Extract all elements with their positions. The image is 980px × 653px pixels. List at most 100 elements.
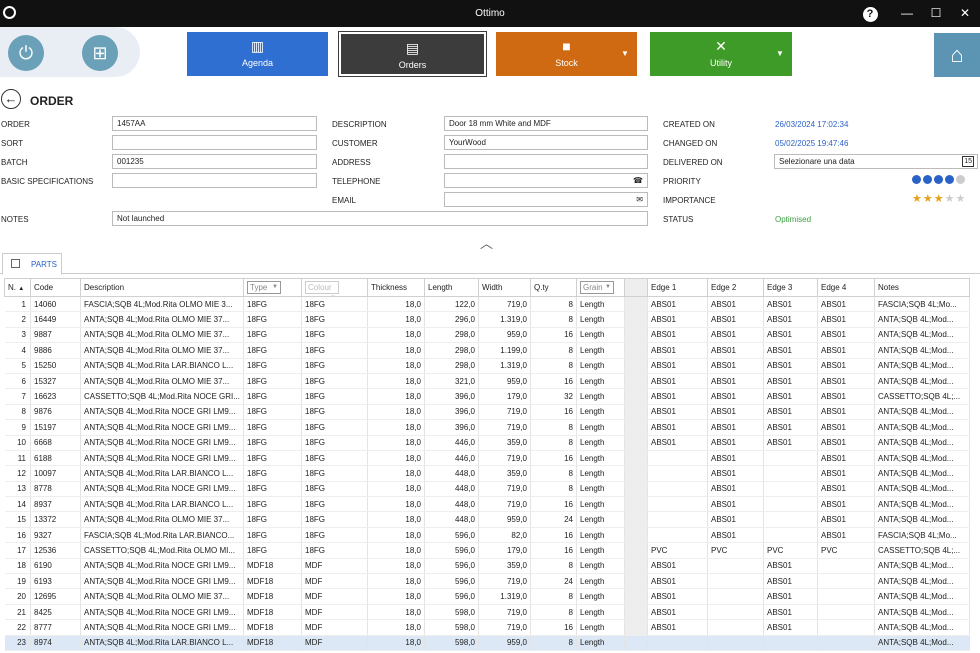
edge4-cell[interactable] (817, 635, 875, 651)
edge4-cell[interactable] (817, 573, 875, 590)
edge4-cell[interactable] (817, 558, 875, 575)
width-cell[interactable]: 719,0 (478, 481, 531, 498)
edge2-cell[interactable] (707, 604, 764, 621)
description-cell[interactable]: ANTA;SQB 4L;Mod.Rita NOCE GRI LM9... (80, 481, 244, 498)
qty-cell[interactable]: 16 (530, 327, 577, 344)
edge2-cell[interactable] (707, 573, 764, 590)
thickness-cell[interactable]: 18,0 (367, 588, 425, 605)
table-row[interactable]: 9 15197 ANTA;SQB 4L;Mod.Rita NOCE GRI LM9.… (4, 419, 970, 436)
qty-cell[interactable]: 8 (530, 296, 577, 313)
type-cell[interactable]: 18FG (243, 419, 302, 436)
code-cell[interactable]: 9886 (30, 342, 81, 359)
code-cell[interactable]: 15197 (30, 419, 81, 436)
table-row[interactable]: 2 16449 ANTA;SQB 4L;Mod.Rita OLMO MIE 37..… (4, 311, 970, 328)
colour-cell[interactable]: 18FG (301, 296, 368, 313)
row-number-cell[interactable]: 5 (4, 358, 31, 374)
type-cell[interactable]: 18FG (243, 358, 302, 374)
edge1-cell[interactable]: ABS01 (647, 327, 708, 344)
row-number-cell[interactable]: 10 (4, 435, 31, 451)
thickness-cell[interactable]: 18,0 (367, 435, 425, 451)
type-cell[interactable]: MDF18 (243, 604, 302, 621)
length-cell[interactable]: 596,0 (424, 588, 479, 605)
utility-dropdown-icon[interactable]: ▼ (768, 32, 792, 76)
edge4-cell[interactable]: ABS01 (817, 481, 875, 498)
col-header-grain[interactable]: Grain ▼ (576, 278, 625, 297)
maximize-button[interactable]: ☐ (925, 4, 947, 22)
length-cell[interactable]: 321,0 (424, 373, 479, 390)
grain-cell[interactable]: Length (576, 604, 625, 621)
type-cell[interactable]: 18FG (243, 373, 302, 390)
length-cell[interactable]: 396,0 (424, 404, 479, 421)
edge3-cell[interactable] (763, 481, 818, 498)
qty-cell[interactable]: 8 (530, 419, 577, 436)
row-number-cell[interactable]: 14 (4, 496, 31, 513)
thickness-cell[interactable]: 18,0 (367, 450, 425, 467)
code-cell[interactable]: 6190 (30, 558, 81, 575)
edge1-cell[interactable]: ABS01 (647, 373, 708, 390)
row-number-cell[interactable]: 1 (4, 296, 31, 313)
colour-filter[interactable]: Colour▼ (305, 281, 339, 296)
description-cell[interactable]: CASSETTO;SQB 4L;Mod.Rita NOCE GRI... (80, 388, 244, 405)
row-number-cell[interactable]: 23 (4, 635, 31, 651)
edge1-cell[interactable]: ABS01 (647, 404, 708, 421)
type-cell[interactable]: 18FG (243, 311, 302, 328)
type-cell[interactable]: 18FG (243, 435, 302, 451)
edge4-cell[interactable]: ABS01 (817, 342, 875, 359)
edge2-cell[interactable]: ABS01 (707, 358, 764, 374)
edge2-cell[interactable]: ABS01 (707, 311, 764, 328)
customer-field[interactable]: YourWood (444, 135, 648, 150)
edge4-cell[interactable]: ABS01 (817, 527, 875, 544)
row-number-cell[interactable]: 21 (4, 604, 31, 621)
row-number-cell[interactable]: 20 (4, 588, 31, 605)
type-cell[interactable]: MDF18 (243, 588, 302, 605)
row-number-cell[interactable]: 22 (4, 619, 31, 636)
edge2-cell[interactable]: ABS01 (707, 511, 764, 528)
col-header-edge1[interactable]: Edge 1 (647, 278, 708, 297)
edge3-cell[interactable]: PVC (763, 542, 818, 559)
width-cell[interactable]: 719,0 (478, 604, 531, 621)
col-header-type[interactable]: Type ▼ (243, 278, 302, 297)
edge4-cell[interactable]: ABS01 (817, 358, 875, 374)
qty-cell[interactable]: 8 (530, 588, 577, 605)
col-header-n[interactable]: N. ▲ (4, 278, 31, 297)
row-number-cell[interactable]: 7 (4, 388, 31, 405)
colour-cell[interactable]: MDF (301, 604, 368, 621)
length-cell[interactable]: 596,0 (424, 558, 479, 575)
edge2-cell[interactable]: ABS01 (707, 342, 764, 359)
edge2-cell[interactable]: ABS01 (707, 327, 764, 344)
utility-button[interactable]: ✕ Utility ▼ (650, 32, 792, 76)
edge2-cell[interactable]: ABS01 (707, 465, 764, 482)
description-cell[interactable]: ANTA;SQB 4L;Mod.Rita NOCE GRI LM9... (80, 604, 244, 621)
col-header-width[interactable]: Width (478, 278, 531, 297)
table-row[interactable]: 13 8778 ANTA;SQB 4L;Mod.Rita NOCE GRI LM9.… (4, 481, 970, 498)
edge2-cell[interactable]: ABS01 (707, 450, 764, 467)
edge4-cell[interactable]: ABS01 (817, 511, 875, 528)
notes-cell[interactable]: ANTA;SQB 4L;Mod... (874, 496, 970, 513)
thickness-cell[interactable]: 18,0 (367, 496, 425, 513)
length-cell[interactable]: 296,0 (424, 311, 479, 328)
grain-cell[interactable]: Length (576, 388, 625, 405)
notes-cell[interactable]: ANTA;SQB 4L;Mod... (874, 450, 970, 467)
table-row[interactable]: 4 9886 ANTA;SQB 4L;Mod.Rita OLMO MIE 37...… (4, 342, 970, 359)
grain-cell[interactable]: Length (576, 358, 625, 374)
notes-cell[interactable]: ANTA;SQB 4L;Mod... (874, 511, 970, 528)
edge4-cell[interactable] (817, 588, 875, 605)
code-cell[interactable]: 15327 (30, 373, 81, 390)
colour-cell[interactable]: 18FG (301, 373, 368, 390)
edge4-cell[interactable]: ABS01 (817, 311, 875, 328)
width-cell[interactable]: 179,0 (478, 388, 531, 405)
code-cell[interactable]: 9876 (30, 404, 81, 421)
length-cell[interactable]: 448,0 (424, 511, 479, 528)
edge3-cell[interactable]: ABS01 (763, 358, 818, 374)
row-number-cell[interactable]: 8 (4, 404, 31, 421)
thickness-cell[interactable]: 18,0 (367, 635, 425, 651)
length-cell[interactable]: 396,0 (424, 388, 479, 405)
edge1-cell[interactable]: ABS01 (647, 388, 708, 405)
type-cell[interactable]: 18FG (243, 496, 302, 513)
length-cell[interactable]: 122,0 (424, 296, 479, 313)
notes-cell[interactable]: ANTA;SQB 4L;Mod... (874, 358, 970, 374)
edge2-cell[interactable]: ABS01 (707, 527, 764, 544)
type-filter[interactable]: Type ▼ (247, 281, 281, 294)
address-field[interactable] (444, 154, 648, 169)
edge4-cell[interactable]: ABS01 (817, 450, 875, 467)
